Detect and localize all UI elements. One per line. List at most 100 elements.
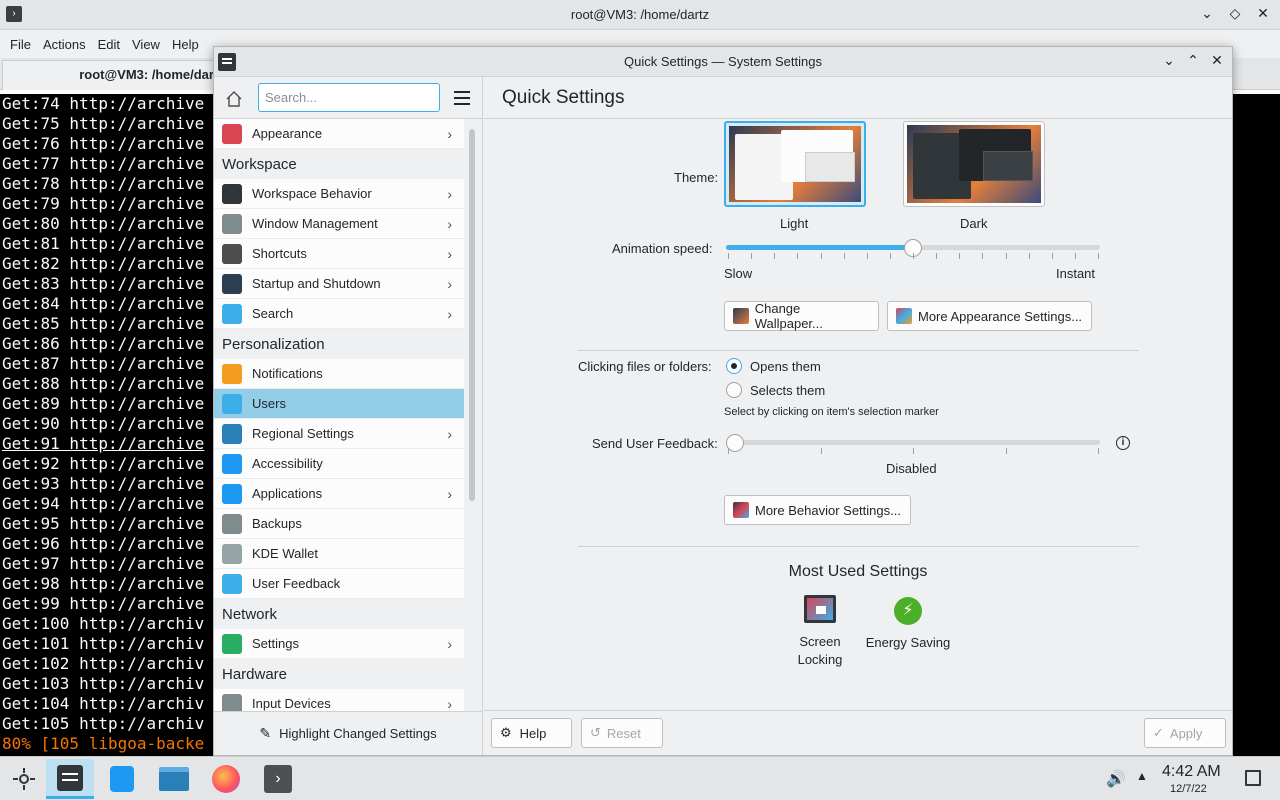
slider-tick [866, 253, 868, 259]
sidebar-item-label: Backups [252, 516, 302, 531]
search-input[interactable]: Search... [258, 83, 440, 112]
more-behavior-label: More Behavior Settings... [755, 502, 901, 518]
feedback-slider[interactable] [726, 440, 1100, 445]
reset-button[interactable]: ↺ Reset [581, 718, 663, 748]
sidebar-item-label: Appearance [252, 126, 323, 141]
accessibility-icon [222, 453, 242, 474]
sidebar-item-startup-and-shutdown[interactable]: Startup and Shutdown › [214, 269, 464, 299]
window-management-icon [222, 213, 242, 234]
sidebar-scrollbar[interactable] [469, 129, 475, 501]
animation-speed-fill [726, 245, 913, 250]
slider-tick [913, 448, 914, 454]
apply-button[interactable]: ✓ Apply [1144, 718, 1226, 748]
taskbar-system-settings[interactable] [46, 759, 94, 799]
slider-tick [774, 253, 776, 259]
maximize-button[interactable]: ◇ [1226, 5, 1244, 22]
taskbar-firefox[interactable] [202, 759, 250, 799]
opens-them-radio[interactable] [726, 358, 742, 374]
section-divider [578, 546, 1139, 547]
menu-file[interactable]: File [4, 37, 37, 52]
terminal-title: root@VM3: /home/dartz [570, 7, 710, 22]
maximize-button[interactable]: ⌃ [1184, 52, 1202, 69]
screen-locking-tile[interactable]: Screen Locking [780, 595, 860, 675]
clock-date[interactable]: 12/7/22 [1170, 783, 1207, 795]
energy-saving-label: Energy Saving [865, 635, 951, 650]
sidebar-item-label: Shortcuts [252, 246, 307, 261]
sidebar-item-window-management[interactable]: Window Management › [214, 209, 464, 239]
sidebar-item-applications[interactable]: Applications › [214, 479, 464, 509]
sidebar-item-settings[interactable]: Settings › [214, 629, 464, 659]
wallpaper-icon [733, 308, 749, 324]
energy-saving-icon: ⚡ [894, 597, 922, 625]
appearance-icon [222, 123, 242, 144]
startup-icon [222, 273, 242, 294]
opens-them-label[interactable]: Opens them [750, 359, 821, 374]
regional-icon [222, 423, 242, 444]
apply-label: Apply [1169, 725, 1203, 741]
page-title: Quick Settings [484, 77, 1232, 119]
sidebar-item-notifications[interactable]: Notifications [214, 359, 464, 389]
selects-them-label[interactable]: Selects them [750, 383, 825, 398]
chevron-right-icon: › [447, 636, 452, 652]
clicking-files-label: Clicking files or folders: [578, 359, 712, 374]
sidebar-header-hardware: Hardware [214, 659, 464, 689]
chevron-right-icon: › [447, 486, 452, 502]
theme-dark-label: Dark [960, 216, 988, 231]
taskbar-discover[interactable] [98, 759, 146, 799]
theme-light-thumbnail[interactable] [724, 121, 866, 207]
sidebar-item-label: Accessibility [252, 456, 323, 471]
more-behavior-button[interactable]: More Behavior Settings... [724, 495, 911, 525]
theme-dark-thumbnail[interactable] [903, 121, 1045, 207]
menu-edit[interactable]: Edit [92, 37, 126, 52]
sidebar-item-backups[interactable]: Backups [214, 509, 464, 539]
appearance-icon [896, 308, 912, 324]
sidebar-header-workspace: Workspace [214, 149, 464, 179]
selects-them-radio[interactable] [726, 382, 742, 398]
settings-sidebar: Search... Appearance › Workspace Workspace … [214, 77, 483, 755]
sidebar-item-label: Settings [252, 636, 299, 651]
clock-time[interactable]: 4:42 AM [1162, 763, 1221, 781]
menu-help[interactable]: Help [166, 37, 205, 52]
chevron-right-icon: › [447, 696, 452, 711]
slider-tick [982, 253, 984, 259]
more-appearance-button[interactable]: More Appearance Settings... [887, 301, 1092, 331]
sidebar-item-kde-wallet[interactable]: KDE Wallet [214, 539, 464, 569]
sidebar-item-search[interactable]: Search › [214, 299, 464, 329]
screen-locking-label: Screen Locking [797, 634, 843, 667]
sidebar-item-label: KDE Wallet [252, 546, 318, 561]
chevron-right-icon: › [447, 306, 452, 322]
energy-saving-tile[interactable]: ⚡ Energy Saving [860, 595, 956, 675]
close-button[interactable]: ✕ [1254, 5, 1272, 22]
minimize-button[interactable]: ⌄ [1160, 52, 1178, 69]
sidebar-item-workspace-behavior[interactable]: Workspace Behavior › [214, 179, 464, 209]
highlight-changed-button[interactable]: ✎ Highlight Changed Settings [214, 711, 482, 755]
slider-tick [1074, 253, 1076, 259]
show-desktop-icon[interactable] [1245, 770, 1261, 786]
discover-icon [110, 766, 134, 792]
help-button[interactable]: ⚙ Help [491, 718, 572, 748]
sidebar-item-input-devices[interactable]: Input Devices › [214, 689, 464, 711]
keyboard-icon [222, 243, 242, 264]
sidebar-item-appearance[interactable]: Appearance › [214, 119, 464, 149]
sidebar-item-accessibility[interactable]: Accessibility [214, 449, 464, 479]
home-icon[interactable] [224, 89, 244, 109]
sidebar-item-regional-settings[interactable]: Regional Settings › [214, 419, 464, 449]
close-button[interactable]: ✕ [1208, 52, 1226, 69]
info-icon[interactable]: i [1116, 436, 1130, 450]
minimize-button[interactable]: ⌄ [1198, 5, 1216, 22]
sidebar-item-user-feedback[interactable]: User Feedback [214, 569, 464, 599]
volume-icon[interactable]: 🔊 [1106, 769, 1126, 789]
taskbar-dolphin[interactable] [150, 759, 198, 799]
reset-label: Reset [606, 725, 641, 741]
sidebar-item-shortcuts[interactable]: Shortcuts › [214, 239, 464, 269]
menu-view[interactable]: View [126, 37, 166, 52]
slider-tick [797, 253, 799, 259]
app-launcher-button[interactable] [0, 759, 48, 799]
menu-actions[interactable]: Actions [37, 37, 92, 52]
change-wallpaper-button[interactable]: Change Wallpaper... [724, 301, 879, 331]
sidebar-item-label: Window Management [252, 216, 378, 231]
sidebar-item-users[interactable]: Users [214, 389, 464, 419]
hamburger-menu-icon[interactable] [454, 91, 470, 105]
tray-expand-icon[interactable]: ▲ [1136, 769, 1148, 783]
taskbar-konsole[interactable]: › [254, 759, 302, 799]
